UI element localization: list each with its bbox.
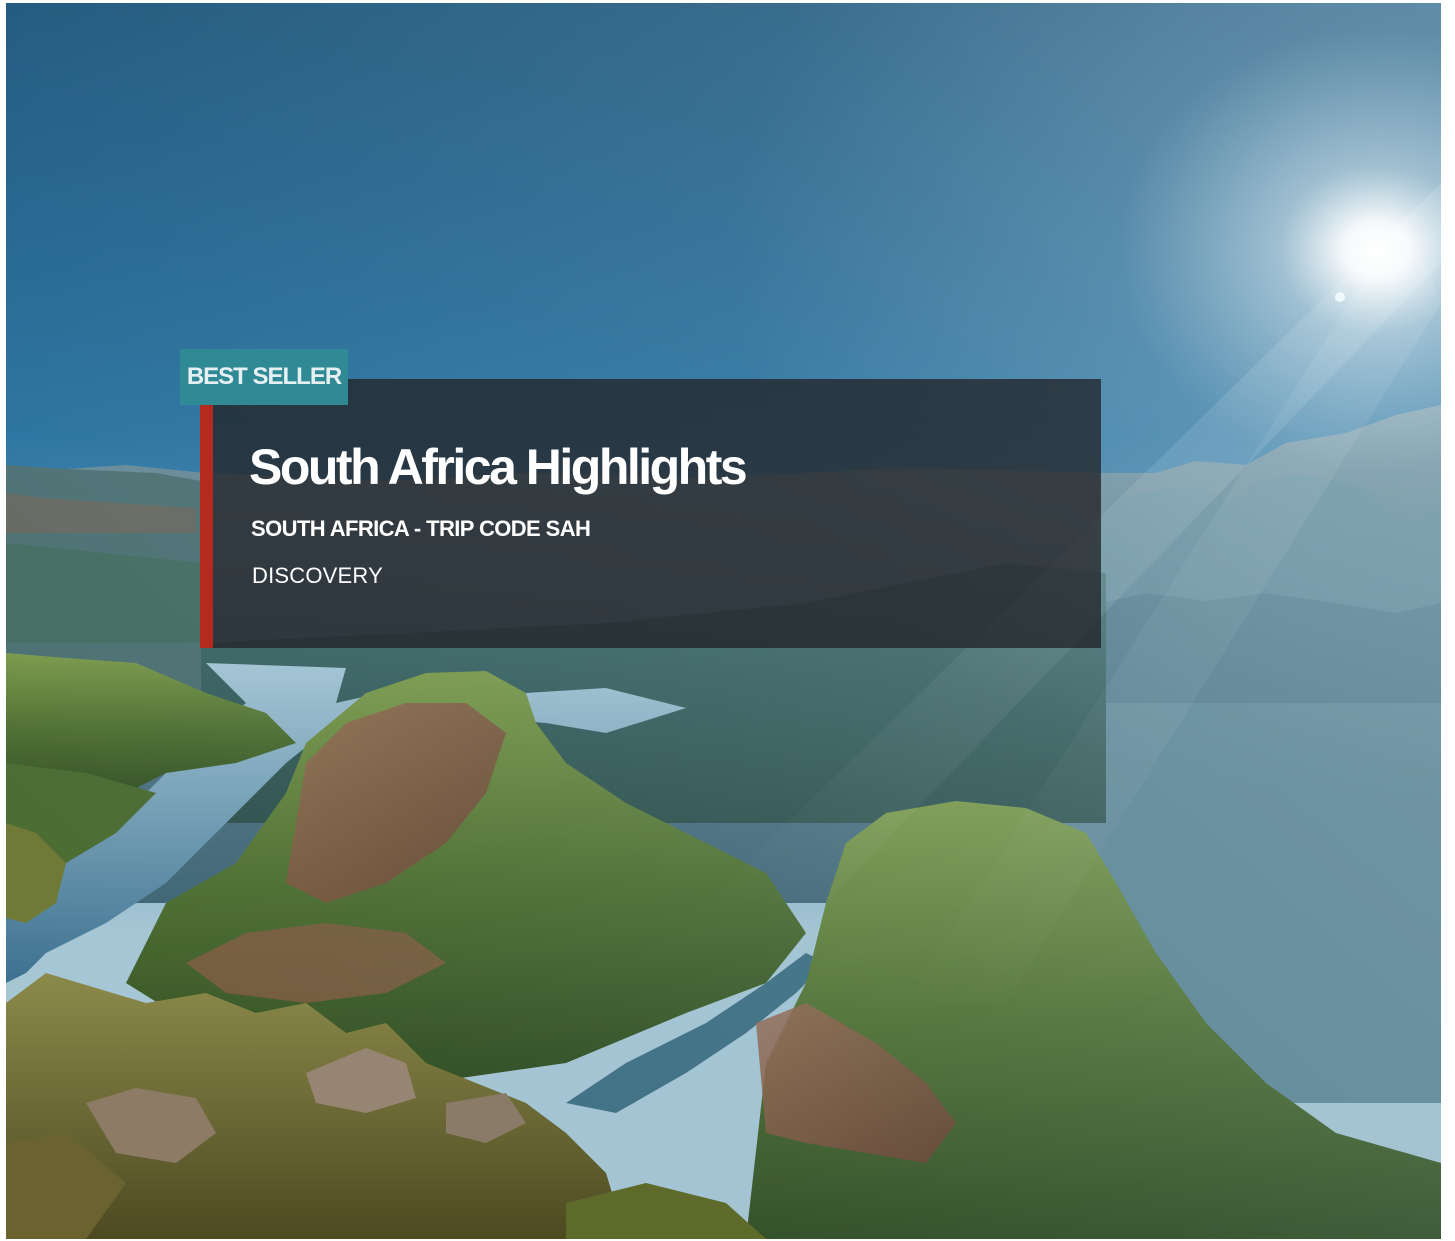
tour-title[interactable]: South Africa Highlights	[249, 437, 748, 497]
trip-code-subtitle: SOUTH AFRICA - TRIP CODE SAH	[251, 516, 591, 541]
trip-style-label: DISCOVERY	[252, 563, 383, 588]
accent-bar	[200, 405, 213, 648]
tour-info-panel[interactable]: South Africa Highlights SOUTH AFRICA - T…	[200, 379, 1101, 648]
best-seller-badge: BEST SELLER	[180, 349, 348, 405]
hero-image[interactable]: BEST SELLER South Africa Highlights SOUT…	[6, 3, 1441, 1239]
